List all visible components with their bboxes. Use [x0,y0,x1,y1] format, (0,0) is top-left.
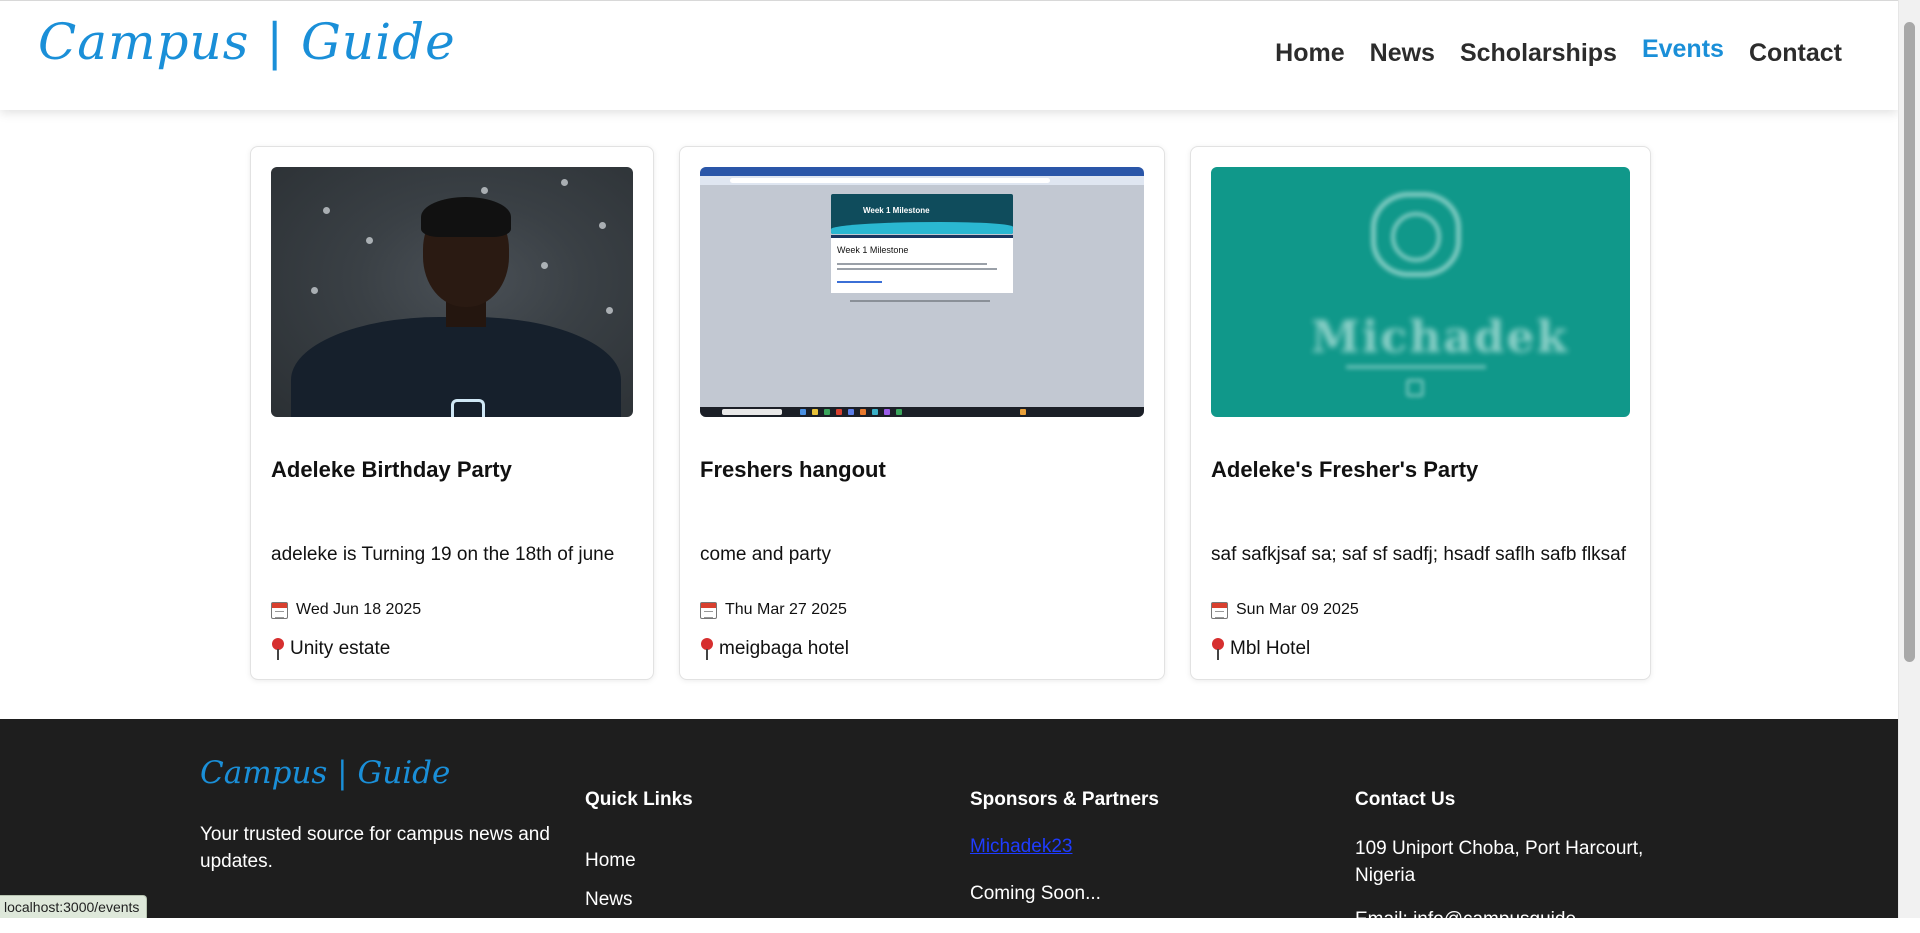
event-description: adeleke is Turning 19 on the 18th of jun… [271,544,615,565]
quick-links-heading: Quick Links [585,789,693,810]
nav-news[interactable]: News [1370,39,1435,68]
event-date-text: Sun Mar 09 2025 [1236,601,1359,618]
calendar-icon [700,601,717,619]
sponsor-link[interactable]: Michadek23 [970,836,1072,858]
screenshot-banner-text: Week 1 Milestone [863,206,930,215]
sponsors-heading: Sponsors & Partners [970,789,1159,810]
site-header: Campus | Guide Home News Scholarships Ev… [0,0,1898,110]
event-location-text: Mbl Hotel [1230,638,1311,659]
site-footer: Campus | Guide Your trusted source for c… [0,719,1898,930]
footer-tagline: Your trusted source for campus news and … [200,824,550,872]
event-date: Thu Mar 27 2025 [700,601,847,619]
event-title: Freshers hangout [700,457,886,482]
event-title: Adeleke Birthday Party [271,457,512,482]
event-title: Adeleke's Fresher's Party [1211,457,1479,482]
sponsor-note: Coming Soon... [970,883,1101,904]
site-logo[interactable]: Campus | Guide [38,13,456,71]
event-location-text: Unity estate [290,638,391,659]
footer-logo: Campus | Guide [200,755,451,791]
scrollbar-thumb[interactable] [1904,22,1915,662]
status-bar-url: localhost:3000/events [0,895,148,918]
event-image: Week 1 Milestone Week 1 Milestone [700,167,1144,417]
event-location: Unity estate [271,638,390,660]
main-nav: Home News Scholarships Events Contact [1250,35,1842,68]
event-card[interactable]: Week 1 Milestone Week 1 Milestone Freshe… [679,146,1165,680]
nav-home[interactable]: Home [1275,39,1344,68]
event-location: meigbaga hotel [700,638,849,660]
event-image: Michadek [1211,167,1630,417]
nav-contact[interactable]: Contact [1749,39,1842,68]
screenshot-form-title: Week 1 Milestone [837,245,909,255]
event-image [271,167,633,417]
contact-address: 109 Uniport Choba, Port Harcourt, Nigeri… [1355,838,1644,886]
footer-link-home[interactable]: Home [585,850,636,872]
event-date: Sun Mar 09 2025 [1211,601,1359,619]
event-card[interactable]: Michadek Adeleke's Fresher's Party saf s… [1190,146,1651,680]
event-description: come and party [700,544,831,565]
event-date-text: Thu Mar 27 2025 [725,601,847,618]
event-description: saf safkjsaf sa; saf sf sadfj; hsadf saf… [1211,544,1627,565]
calendar-icon [1211,601,1228,619]
contact-heading: Contact Us [1355,789,1456,810]
pin-icon [271,638,285,660]
nav-scholarships[interactable]: Scholarships [1460,39,1617,68]
pin-icon [1211,638,1225,660]
event-date: Wed Jun 18 2025 [271,601,421,619]
page-scrollbar[interactable] [1898,0,1920,918]
event-location: Mbl Hotel [1211,638,1310,660]
calendar-icon [271,601,288,619]
event-card[interactable]: Adeleke Birthday Party adeleke is Turnin… [250,146,654,680]
event-date-text: Wed Jun 18 2025 [296,601,422,618]
nav-events[interactable]: Events [1642,35,1724,64]
pin-icon [700,638,714,660]
contact-email: Email: info@campusguide... [1355,909,1592,930]
event-location-text: meigbaga hotel [719,638,849,659]
footer-link-news[interactable]: News [585,889,633,911]
